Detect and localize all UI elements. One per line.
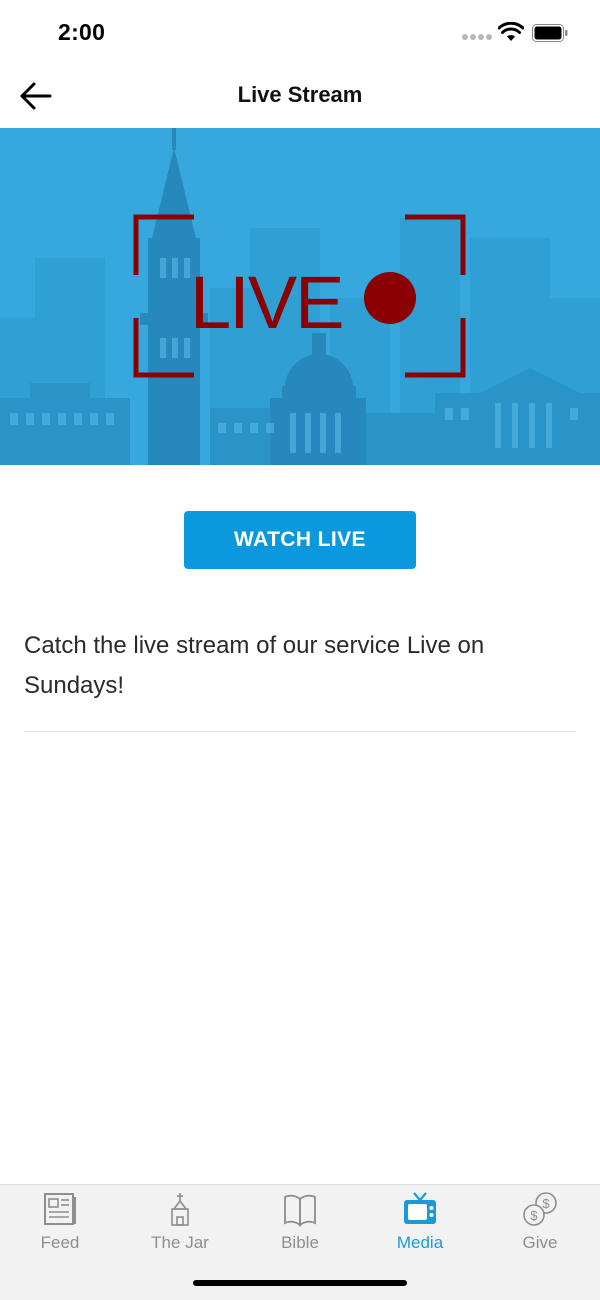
- live-banner-image: LIVE: [0, 128, 600, 465]
- book-icon: [284, 1194, 316, 1227]
- tab-label: Bible: [281, 1233, 319, 1252]
- tab-media[interactable]: Media: [360, 1185, 480, 1265]
- wifi-icon: [498, 22, 524, 41]
- divider: [24, 731, 576, 732]
- city-skyline-illustration: LIVE: [0, 128, 600, 465]
- tv-icon: [404, 1192, 436, 1224]
- tab-bible[interactable]: Bible: [240, 1185, 360, 1265]
- newspaper-icon: [44, 1193, 76, 1225]
- svg-text:$: $: [542, 1196, 550, 1211]
- watch-live-button[interactable]: WATCH LIVE: [184, 511, 416, 569]
- tab-label: Give: [522, 1233, 558, 1252]
- live-text: LIVE: [190, 261, 342, 344]
- tab-label: Media: [396, 1233, 444, 1252]
- battery-icon: [532, 24, 568, 42]
- stream-description: Catch the live stream of our service Liv…: [24, 632, 485, 699]
- signal-icon: [462, 34, 492, 42]
- status-time: 2:00: [58, 19, 106, 45]
- tab-give[interactable]: $ $ Give: [480, 1185, 600, 1265]
- church-icon: [171, 1193, 189, 1226]
- coins-icon: $ $: [523, 1192, 557, 1226]
- status-bar: 2:00: [0, 0, 600, 66]
- tab-label: The Jar: [151, 1233, 209, 1252]
- nav-header: Live Stream: [0, 66, 600, 128]
- record-dot-icon: [364, 272, 416, 324]
- home-indicator: [193, 1280, 407, 1286]
- svg-text:$: $: [530, 1208, 538, 1223]
- tab-feed[interactable]: Feed: [0, 1185, 120, 1265]
- tab-the-jar[interactable]: The Jar: [120, 1185, 240, 1265]
- tab-label: Feed: [40, 1233, 80, 1252]
- page-title: Live Stream: [237, 82, 363, 107]
